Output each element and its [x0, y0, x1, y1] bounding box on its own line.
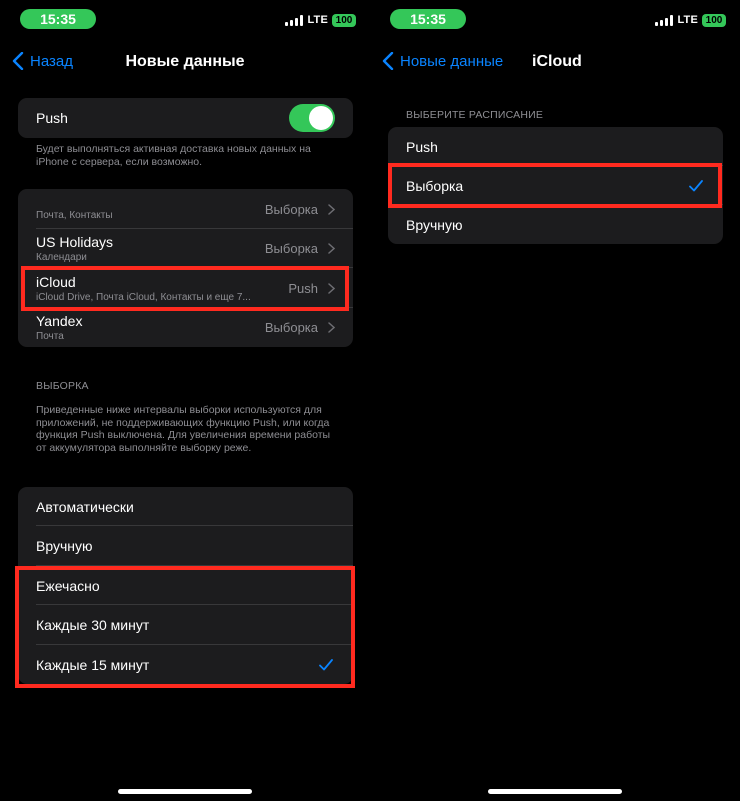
schedule-option-push[interactable]: Push	[388, 127, 723, 166]
schedule-label: Выборка	[406, 177, 464, 194]
account-value-text: Выборка	[264, 320, 318, 335]
chevron-right-icon	[328, 282, 335, 294]
account-subtitle: Почта	[36, 331, 64, 342]
interval-option-30min[interactable]: Каждые 30 минут	[18, 605, 353, 645]
checkmark-icon	[689, 179, 703, 191]
network-type: LTE	[307, 14, 328, 26]
page-title: iCloud	[532, 53, 582, 70]
interval-option-hourly[interactable]: Ежечасно	[18, 566, 353, 605]
signal-icon	[285, 14, 304, 26]
schedule-label: Вручную	[406, 216, 463, 233]
interval-label: Автоматически	[36, 498, 134, 515]
home-indicator	[488, 789, 622, 794]
schedule-option-fetch[interactable]: Выборка	[388, 166, 723, 205]
interval-label: Каждые 30 минут	[36, 617, 150, 633]
checkmark-icon	[319, 658, 333, 670]
interval-option-auto[interactable]: Автоматически	[18, 487, 353, 526]
schedule-group: Push Выборка Вручную	[388, 127, 723, 244]
back-button[interactable]: Новые данные	[382, 52, 503, 70]
account-value: Выборка	[265, 241, 335, 256]
account-subtitle: iCloud Drive, Почта iCloud, Контакты и е…	[36, 291, 251, 303]
interval-group: Автоматически Вручную Ежечасно Каждые 30…	[18, 487, 353, 684]
chevron-right-icon	[328, 322, 335, 333]
toggle-knob	[309, 106, 333, 130]
chevron-right-icon	[328, 243, 335, 254]
fetch-footnote: Приведенные ниже интервалы выборки испол…	[36, 404, 331, 454]
account-row-icloud[interactable]: iCloud iCloud Drive, Почта iCloud, Конта…	[18, 268, 353, 308]
navigation-bar: Назад Новые данные	[0, 48, 370, 78]
interval-option-manual[interactable]: Вручную	[18, 526, 353, 566]
account-value-text: Push	[288, 280, 318, 296]
chevron-right-icon	[328, 203, 335, 215]
fetch-settings-screen: 15:35 LTE 100 Назад Новые данные Push Бу…	[0, 0, 370, 801]
account-value-text: Выборка	[264, 241, 318, 256]
push-footnote: Будет выполняться активная доставка новы…	[36, 143, 311, 168]
account-value: Выборка	[265, 202, 335, 217]
back-label: Новые данные	[400, 52, 504, 70]
signal-icon	[655, 14, 674, 26]
interval-label: Вручную	[36, 538, 93, 554]
icloud-schedule-screen: 15:35 LTE 100 Новые данные iCloud ВЫБЕРИ…	[370, 0, 740, 801]
schedule-option-manual[interactable]: Вручную	[388, 205, 723, 244]
push-label: Push	[36, 110, 68, 126]
schedule-header: ВЫБЕРИТЕ РАСПИСАНИЕ	[406, 109, 544, 121]
schedule-label: Push	[406, 138, 438, 155]
account-value: Выборка	[265, 320, 335, 335]
account-name: Yandex	[36, 313, 83, 329]
navigation-bar: Новые данные iCloud	[370, 48, 740, 78]
push-row: Push	[18, 98, 353, 138]
push-toggle[interactable]	[289, 104, 335, 132]
interval-label: Каждые 15 минут	[36, 656, 150, 673]
account-row[interactable]: Yandex Почта Выборка	[18, 308, 353, 347]
account-value: Push	[288, 281, 335, 296]
account-name: US Holidays	[36, 234, 114, 250]
status-time: 15:35	[20, 9, 96, 29]
interval-label: Ежечасно	[36, 577, 100, 594]
network-type: LTE	[677, 14, 698, 26]
interval-option-15min[interactable]: Каждые 15 минут	[18, 645, 353, 684]
battery-icon: 100	[702, 13, 726, 27]
account-value-text: Выборка	[264, 201, 318, 217]
account-row[interactable]: US Holidays Календари Выборка	[18, 229, 353, 268]
account-name: iCloud	[36, 273, 76, 290]
page-title: Новые данные	[125, 53, 245, 70]
account-subtitle: Календари	[36, 252, 87, 263]
chevron-left-icon	[382, 52, 394, 70]
accounts-group: Почта, Контакты Выборка US Holidays Кале…	[18, 189, 353, 347]
battery-icon: 100	[332, 13, 356, 27]
account-row[interactable]: Почта, Контакты Выборка	[18, 189, 353, 229]
home-indicator	[118, 789, 252, 794]
account-subtitle: Почта, Контакты	[36, 209, 113, 221]
fetch-section-header: ВЫБОРКА	[36, 380, 89, 392]
status-indicators: LTE 100	[655, 13, 726, 27]
push-group: Push	[18, 98, 353, 138]
status-time: 15:35	[390, 9, 466, 29]
status-indicators: LTE 100	[285, 13, 356, 27]
